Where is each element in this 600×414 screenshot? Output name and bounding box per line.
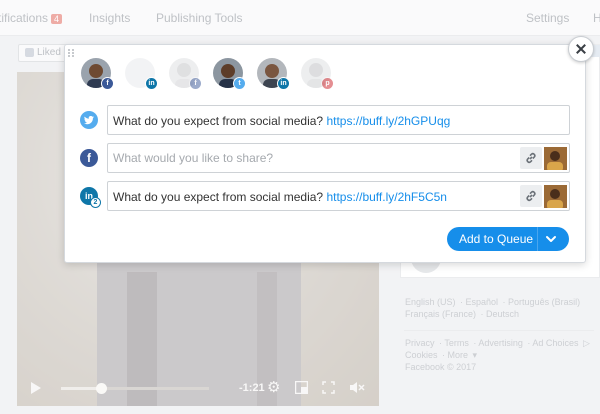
facebook-icon: f: [80, 149, 98, 167]
attach-link-button[interactable]: [520, 185, 542, 207]
drag-handle-icon[interactable]: [68, 49, 76, 57]
composer-text[interactable]: What do you expect from social media? ht…: [113, 114, 450, 128]
chevron-down-icon[interactable]: [545, 233, 557, 248]
profile-avatar[interactable]: p: [301, 58, 334, 90]
facebook-composer[interactable]: [107, 143, 570, 173]
twitter-icon: [80, 111, 98, 129]
profile-avatar[interactable]: f: [81, 58, 114, 90]
button-divider: [537, 227, 538, 251]
profile-avatar[interactable]: in: [257, 58, 290, 90]
twitter-icon: t: [233, 77, 246, 90]
close-button[interactable]: [568, 36, 594, 62]
linkedin-composer[interactable]: What do you expect from social media? ht…: [107, 181, 570, 211]
facebook-icon: f: [189, 77, 202, 90]
post-text: What do you expect from social media?: [113, 114, 327, 128]
account-count-badge: 2: [90, 197, 101, 208]
buffer-composer: f in f t in p What do you expect from so: [64, 44, 586, 263]
linkedin-icon: in: [277, 77, 290, 90]
add-to-queue-label: Add to Queue: [459, 232, 534, 246]
twitter-composer[interactable]: What do you expect from social media? ht…: [107, 105, 570, 135]
composer-text[interactable]: What do you expect from social media? ht…: [113, 190, 447, 204]
link-icon: [526, 152, 536, 164]
facebook-message-input[interactable]: [108, 144, 518, 172]
shortened-link[interactable]: https://buff.ly/2hGPUqg: [326, 114, 450, 128]
media-thumbnail[interactable]: [544, 185, 567, 208]
link-icon: [526, 190, 536, 202]
profile-avatar[interactable]: f: [169, 58, 202, 90]
post-text: What do you expect from social media?: [113, 190, 327, 204]
profile-avatar[interactable]: in: [125, 58, 158, 90]
attach-link-button[interactable]: [520, 147, 542, 169]
add-to-queue-button[interactable]: Add to Queue: [447, 227, 569, 251]
pinterest-icon: p: [321, 77, 334, 90]
profile-avatar[interactable]: t: [213, 58, 246, 90]
linkedin-icon: in: [145, 77, 158, 90]
facebook-icon: f: [101, 77, 114, 90]
media-thumbnail[interactable]: [544, 147, 567, 170]
linkedin-icon: in 2: [80, 187, 101, 208]
shortened-link[interactable]: https://buff.ly/2hF5C5n: [326, 190, 447, 204]
